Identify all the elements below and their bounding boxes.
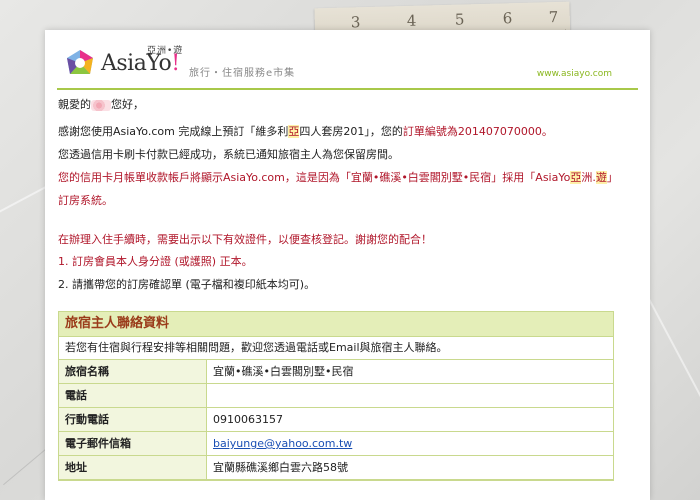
row-label: 電話	[59, 384, 207, 407]
brand-tagline: 旅行・住宿服務e市集	[189, 68, 296, 79]
contact-table-title: 旅宿主人聯絡資料	[59, 312, 613, 337]
requirement-item-1: 1. 訂房會員本人身分證 (或護照) 正本。	[58, 255, 253, 268]
brand-name: AsiaYo!	[101, 51, 180, 76]
paragraph-billing: 您的信用卡月帳單收款帳戶將顯示AsiaYo.com，這是因為「宜蘭•礁溪•白雲閣…	[58, 171, 618, 184]
site-url-link[interactable]: www.asiayo.com	[537, 69, 612, 79]
checkin-notice: 在辦理入住手續時，需要出示以下有效證件，以便查核登記。謝謝您的配合！	[58, 233, 432, 246]
paragraph-booking: 感謝您使用AsiaYo.com 完成線上預訂「維多利亞四人套房201」，您的訂單…	[58, 125, 553, 138]
paragraph-billing-cont: 訂房系統。	[58, 194, 113, 207]
table-row: 地址 宜蘭縣礁溪鄉白雲六路58號	[59, 456, 613, 480]
ruler-number: 3	[350, 13, 361, 32]
contact-table-note: 若您有住宿與行程安排等相關問題，歡迎您透過電話或Email與旅宿主人聯絡。	[59, 337, 613, 360]
greeting: 親愛的 您好，	[58, 98, 144, 111]
row-label: 行動電話	[59, 408, 207, 431]
paragraph-payment: 您透過信用卡刷卡付款已經成功，系統已通知旅宿主人為您保留房間。	[58, 148, 399, 161]
ruler-number: 6	[502, 9, 513, 28]
ruler-number: 4	[406, 11, 417, 30]
row-value: 宜蘭縣礁溪鄉白雲六路58號	[213, 461, 348, 474]
requirement-item-2: 2. 請攜帶您的訂房確認單 (電子檔和複印紙本均可)。	[58, 278, 316, 291]
header-divider	[57, 88, 638, 90]
table-row: 電子郵件信箱 baiyunge@yahoo.com.tw	[59, 432, 613, 456]
email-header: 亞洲•遊 AsiaYo! 旅行・住宿服務e市集 www.asiayo.com	[45, 30, 650, 90]
row-value	[207, 384, 613, 407]
ruler-number: 7	[548, 7, 559, 27]
email-sheet: 亞洲•遊 AsiaYo! 旅行・住宿服務e市集 www.asiayo.com 親…	[45, 30, 650, 500]
host-contact-table: 旅宿主人聯絡資料 若您有住宿與行程安排等相關問題，歡迎您透過電話或Email與旅…	[58, 311, 614, 481]
table-row: 旅宿名稱 宜蘭•礁溪•白雲閣別墅•民宿	[59, 360, 613, 384]
table-row: 電話	[59, 384, 613, 408]
ruler-number: 5	[454, 10, 465, 29]
row-label: 旅宿名稱	[59, 360, 207, 383]
row-value: 0910063157	[213, 413, 283, 426]
table-row: 行動電話 0910063157	[59, 408, 613, 432]
row-value: 宜蘭•礁溪•白雲閣別墅•民宿	[213, 365, 354, 378]
asiayo-logo-icon	[67, 50, 93, 74]
email-link[interactable]: baiyunge@yahoo.com.tw	[213, 437, 352, 450]
row-label: 地址	[59, 456, 207, 479]
row-label: 電子郵件信箱	[59, 432, 207, 455]
row-value: baiyunge@yahoo.com.tw	[207, 432, 613, 455]
redacted-name	[91, 99, 111, 111]
